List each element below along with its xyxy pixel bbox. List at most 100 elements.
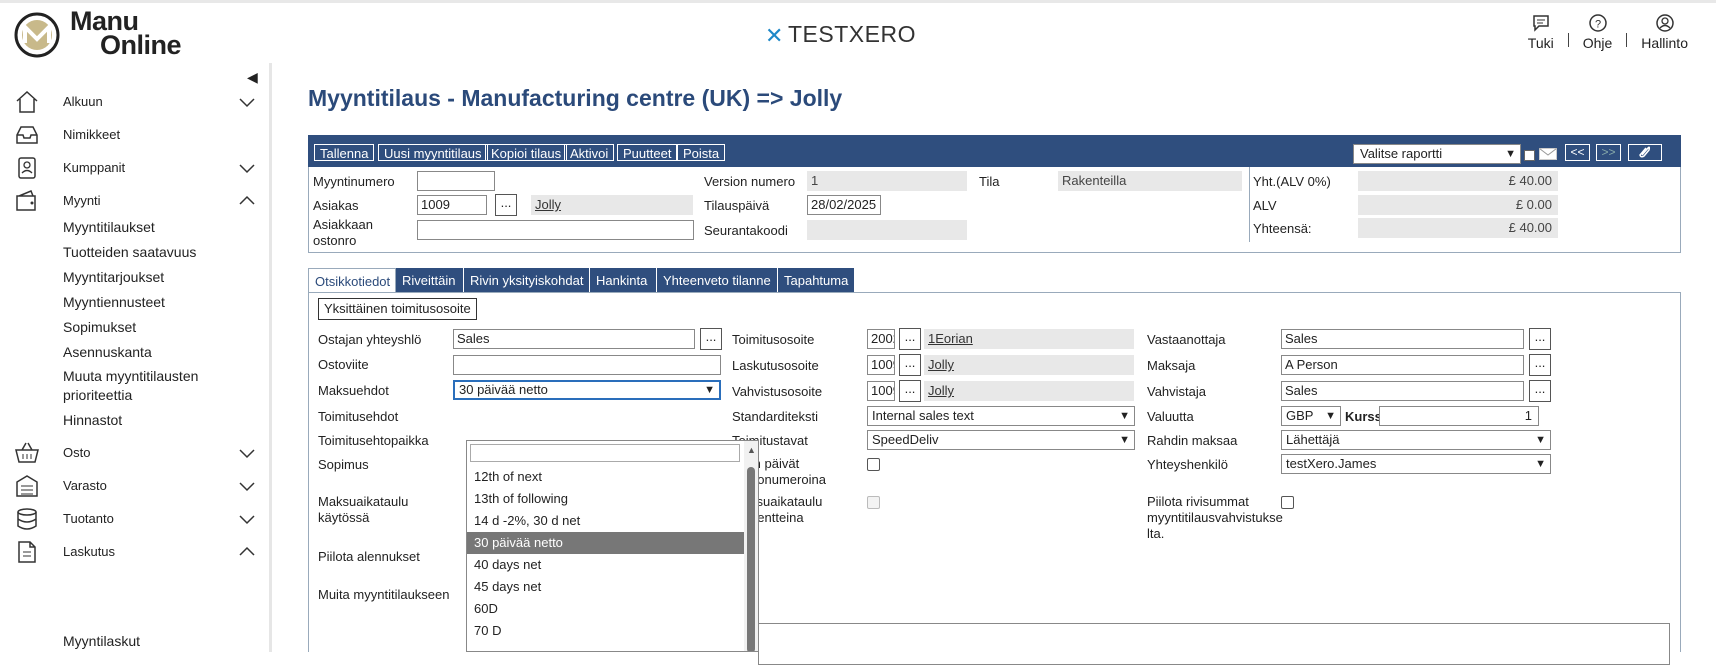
asiakas-input[interactable]: 1009 <box>417 195 487 215</box>
sidebar-item-osto[interactable]: Osto <box>0 438 268 468</box>
payment-terms-select[interactable]: 30 päivää netto ▼ <box>453 380 721 400</box>
sidebar-sub-sopimukset[interactable]: Sopimukset <box>63 318 136 337</box>
scroll-up-icon[interactable]: ▲ <box>747 445 756 455</box>
sidebar-item-laskutus[interactable]: Laskutus <box>0 537 268 567</box>
prev-record-button[interactable]: << <box>1565 144 1590 161</box>
freight-payer-select[interactable]: Lähettäjä ▼ <box>1281 430 1551 450</box>
save-button[interactable]: Tallenna <box>314 144 375 161</box>
dropdown-option[interactable]: 60D <box>467 598 745 620</box>
contact-person-select[interactable]: testXero.James ▼ <box>1281 454 1551 474</box>
new-sales-order-button[interactable]: Uusi myyntitilaus <box>378 144 488 161</box>
seuranta-label: Seurantakoodi <box>704 223 788 238</box>
delivery-address-lookup-button[interactable]: ... <box>899 328 921 350</box>
dropdown-option-selected[interactable]: 30 päivää netto <box>467 532 745 554</box>
myyntinumero-input[interactable] <box>417 171 495 191</box>
exchange-rate-input[interactable]: 1 <box>1379 406 1539 426</box>
dropdown-option-empty[interactable] <box>470 444 740 462</box>
confirmer-lookup-button[interactable]: ... <box>1529 380 1551 402</box>
user-icon <box>1655 14 1674 32</box>
hide-line-totals-checkbox[interactable] <box>1281 496 1294 509</box>
confirmation-address-lookup-button[interactable]: ... <box>899 380 921 402</box>
sidebar-item-tuotanto[interactable]: Tuotanto <box>0 504 268 534</box>
tab-tapahtuma[interactable]: Tapahtuma <box>778 268 855 293</box>
confirmer-input[interactable]: Sales <box>1281 381 1524 401</box>
additional-info-textarea[interactable] <box>758 623 1670 665</box>
ostajan-yhteyshlo-label: Ostajan yhteyshlö <box>318 332 422 347</box>
tab-riveittain[interactable]: Riveittäin <box>396 268 464 293</box>
standard-text-select[interactable]: Internal sales text ▼ <box>867 406 1135 426</box>
sidebar-sub-muuta-prioriteettia[interactable]: Muuta myyntitilausten prioriteettia <box>63 367 198 405</box>
email-icon[interactable] <box>1539 148 1557 160</box>
payment-schedule-percent-checkbox[interactable] <box>867 496 880 509</box>
payer-input[interactable]: A Person <box>1281 355 1524 375</box>
dropdown-scrollbar[interactable]: ▲ <box>744 441 758 651</box>
buyer-contact-input[interactable]: Sales <box>453 329 695 349</box>
support-button[interactable]: Tuki <box>1514 13 1568 51</box>
payer-lookup-button[interactable]: ... <box>1529 354 1551 376</box>
attachment-button[interactable] <box>1628 144 1662 161</box>
copy-order-button[interactable]: Kopioi tilaus <box>485 144 568 161</box>
collapse-sidebar-icon[interactable]: ◀ <box>247 69 258 86</box>
sidebar-item-label: Osto <box>63 445 91 460</box>
ostoviite-input[interactable] <box>453 355 721 375</box>
sidebar-sub-myyntiennusteet[interactable]: Myyntiennusteet <box>63 293 165 312</box>
tab-otsikkotiedot[interactable]: Otsikkotiedot <box>308 268 396 293</box>
billing-address-lookup-button[interactable]: ... <box>899 354 921 376</box>
dropdown-option[interactable]: 13th of following <box>467 488 745 510</box>
tab-yhteenveto-tilanne[interactable]: Yhteenveto tilanne <box>657 268 778 293</box>
delete-button[interactable]: Poista <box>677 144 726 161</box>
sidebar-item-alkuun[interactable]: Alkuun <box>0 87 268 117</box>
dropdown-option[interactable]: 70 D <box>467 620 745 642</box>
dropdown-option[interactable]: 40 days net <box>467 554 745 576</box>
chevron-down-icon: ▼ <box>704 384 715 396</box>
currency-select[interactable]: GBP ▼ <box>1281 406 1341 426</box>
asiakas-name[interactable]: Jolly <box>531 195 693 215</box>
order-date-input[interactable]: 28/02/2025 <box>807 195 881 215</box>
help-label: Ohje <box>1582 35 1613 51</box>
asiakas-lookup-button[interactable]: ... <box>495 194 517 216</box>
dropdown-option[interactable]: 45 days net <box>467 576 745 598</box>
help-button[interactable]: ? Ohje <box>1569 13 1627 51</box>
admin-button[interactable]: Hallinto <box>1627 13 1702 51</box>
recipient-lookup-button[interactable]: ... <box>1529 328 1551 350</box>
delivery-method-select[interactable]: SpeedDeliv ▼ <box>867 430 1135 450</box>
report-select[interactable]: Valitse raportti ▼ <box>1353 144 1521 164</box>
next-record-button[interactable]: >> <box>1596 144 1621 161</box>
sidebar-sub-myyntitilaukset[interactable]: Myyntitilaukset <box>63 218 155 237</box>
sidebar-item-varasto[interactable]: Varasto <box>0 471 268 501</box>
tab-hankinta[interactable]: Hankinta <box>590 268 657 293</box>
sidebar-item-nimikkeet[interactable]: Nimikkeet <box>0 120 268 150</box>
sidebar-sub-myyntitarjoukset[interactable]: Myyntitarjoukset <box>63 268 164 287</box>
manu-online-logo[interactable]: Manu Online <box>14 8 224 61</box>
delivery-address-code[interactable]: 2002 <box>867 329 895 349</box>
maksuaikataulu-label: Maksuaikataulu käytössä <box>318 494 408 526</box>
basket-icon <box>15 442 39 463</box>
sidebar-sub-label-line2: prioriteettia <box>63 387 133 403</box>
sidebar-sub-myyntilaskut[interactable]: Myyntilaskut <box>63 632 140 651</box>
billing-address-name[interactable]: Jolly <box>924 355 1134 375</box>
sidebar-sub-asennuskanta[interactable]: Asennuskanta <box>63 343 152 362</box>
sidebar-sub-hinnastot[interactable]: Hinnastot <box>63 411 122 430</box>
sidebar-item-label: Nimikkeet <box>63 127 121 142</box>
sidebar-sub-tuotteiden-saatavuus[interactable]: Tuotteiden saatavuus <box>63 243 196 262</box>
shortages-button[interactable]: Puutteet <box>617 144 678 161</box>
confirmation-address-name[interactable]: Jolly <box>924 381 1134 401</box>
sidebar-item-kumppanit[interactable]: Kumppanit <box>0 153 268 183</box>
dropdown-option[interactable]: 12th of next <box>467 466 745 488</box>
ostonro-input[interactable] <box>417 220 694 240</box>
contacts-icon <box>18 157 36 179</box>
rahdin-maksaa-label: Rahdin maksaa <box>1147 433 1238 448</box>
recipient-input[interactable]: Sales <box>1281 329 1524 349</box>
dropdown-option[interactable]: 14 d -2%, 30 d net <box>467 510 745 532</box>
tab-rivin-yksityiskohdat[interactable]: Rivin yksityiskohdat <box>464 268 590 293</box>
week-numbers-checkbox[interactable] <box>867 458 880 471</box>
activate-button[interactable]: Aktivoi <box>564 144 615 161</box>
billing-address-code[interactable]: 1009 <box>867 355 895 375</box>
confirmation-address-code[interactable]: 1009 <box>867 381 895 401</box>
delivery-address-name[interactable]: 1Eorian <box>924 329 1134 349</box>
report-checkbox[interactable] <box>1524 150 1535 161</box>
buyer-contact-lookup-button[interactable]: ... <box>700 328 722 350</box>
sidebar-item-myynti[interactable]: Myynti <box>0 186 268 216</box>
dropdown-scrollbar-thumb[interactable] <box>747 467 755 651</box>
single-delivery-address-button[interactable]: Yksittäinen toimitusosoite <box>318 298 477 320</box>
